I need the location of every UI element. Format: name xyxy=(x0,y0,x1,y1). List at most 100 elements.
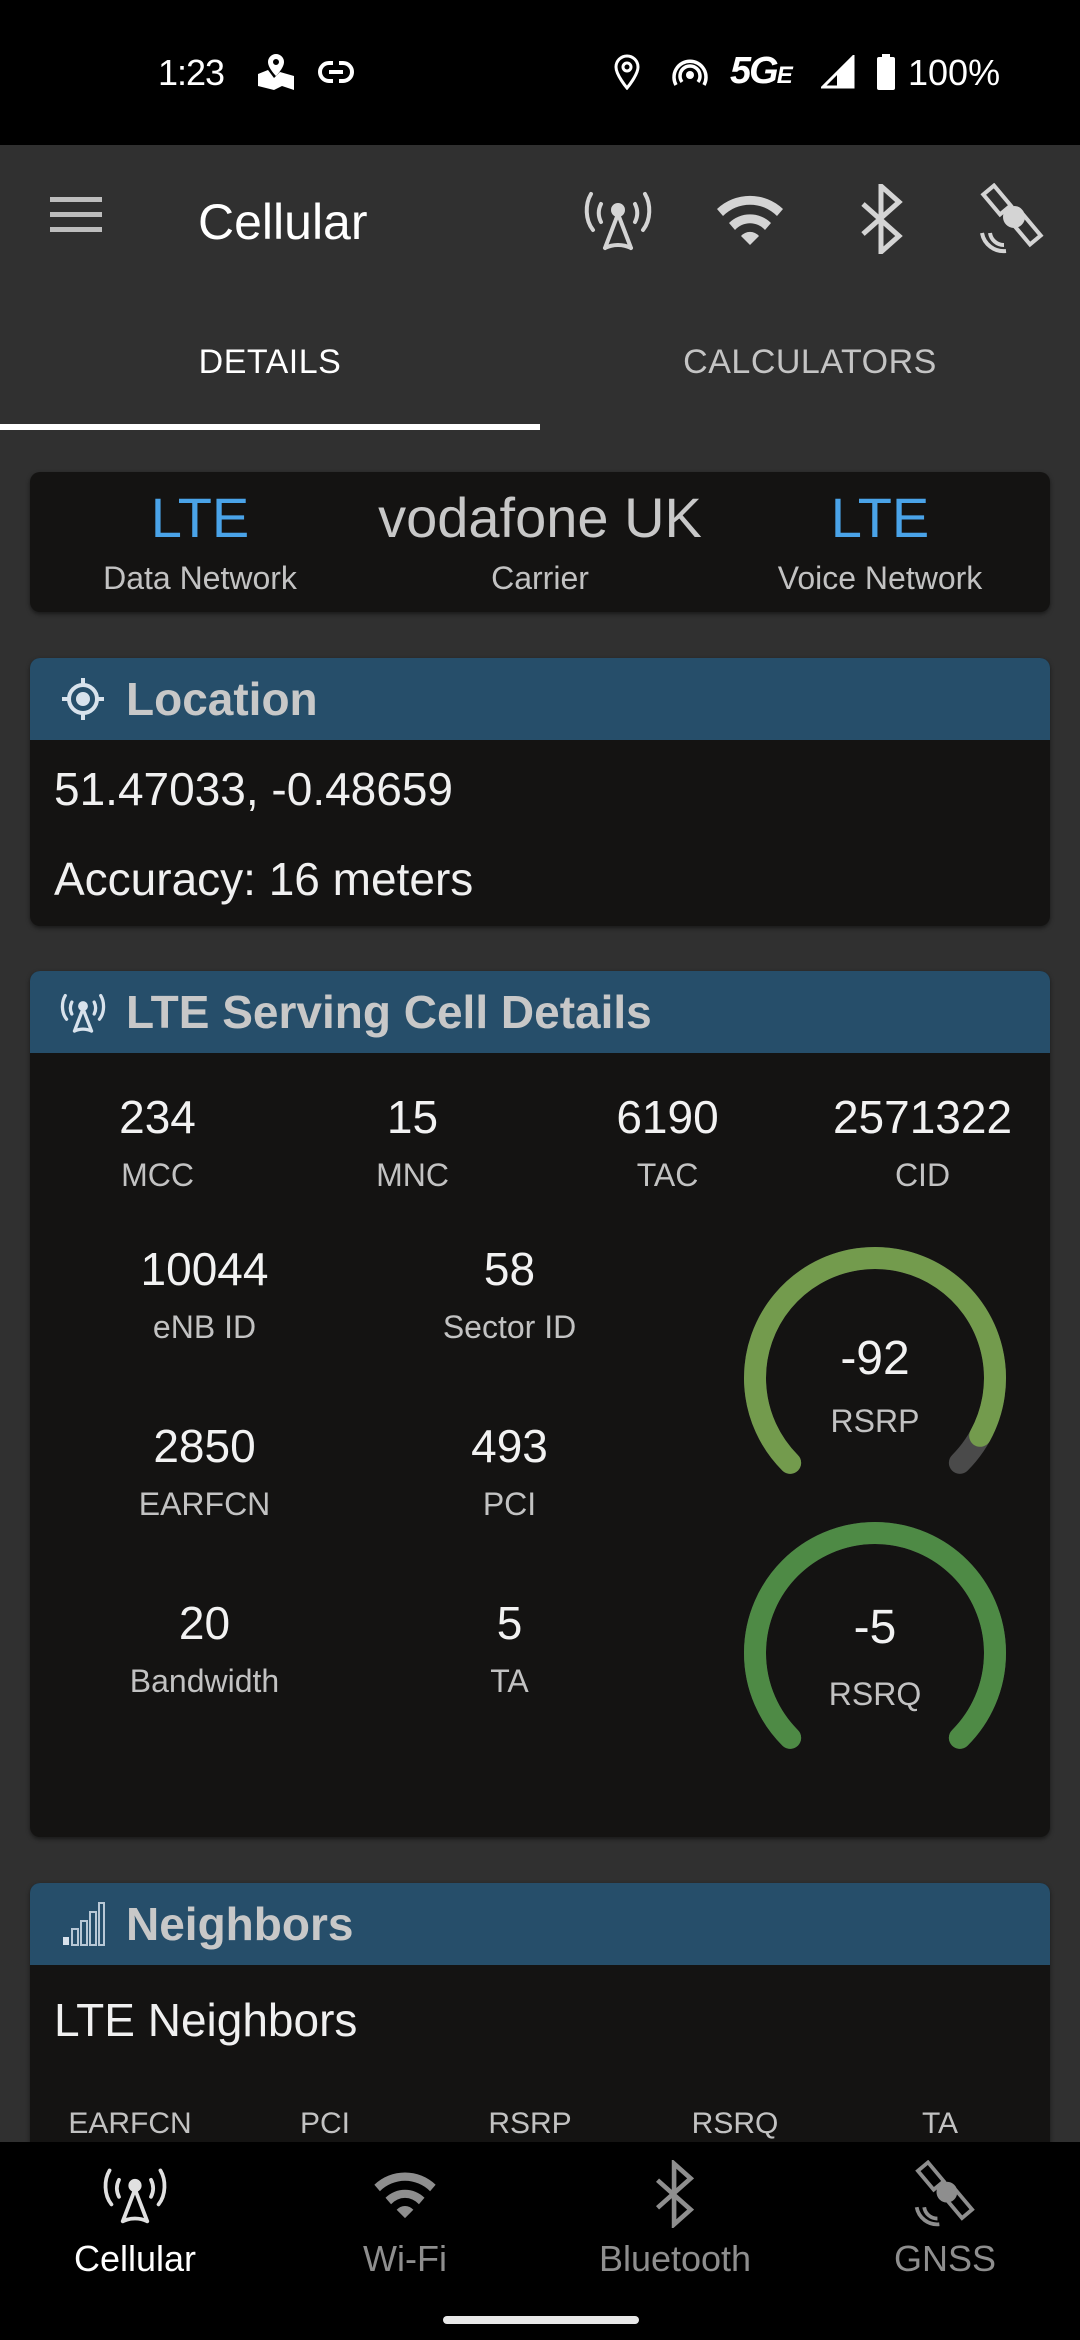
location-card: Location 51.47033, -0.48659 Accuracy: 16… xyxy=(30,658,1050,926)
earfcn-value: 2850 xyxy=(153,1420,256,1472)
rsrp-gauge: -92 RSRP xyxy=(730,1243,1020,1503)
mcc-label: MCC xyxy=(121,1157,194,1193)
carrier: vodafone UK Carrier xyxy=(370,472,710,612)
bluetooth-icon[interactable] xyxy=(846,183,918,255)
column-rsrq: RSRQ xyxy=(691,2107,779,2140)
bandwidth-field: 20 Bandwidth xyxy=(52,1597,357,1774)
network-type: 5G xyxy=(730,50,779,92)
cid-value: 2571322 xyxy=(832,1091,1013,1143)
nav-wifi[interactable]: Wi-Fi xyxy=(270,2142,540,2292)
nav-wifi-label: Wi-Fi xyxy=(363,2238,447,2279)
enb-id-field: 10044 eNB ID xyxy=(52,1243,357,1420)
location-header: Location xyxy=(30,658,1050,740)
earfcn-label: EARFCN xyxy=(138,1486,271,1522)
nav-cellular[interactable]: Cellular xyxy=(0,2142,270,2292)
maps-icon xyxy=(256,54,296,90)
nav-bluetooth[interactable]: Bluetooth xyxy=(540,2142,810,2292)
network-suffix: E xyxy=(776,62,793,89)
column-rsrp: RSRP xyxy=(488,2107,572,2140)
rsrp-value: -92 xyxy=(840,1332,910,1385)
sector-id-field: 58 Sector ID xyxy=(357,1243,662,1420)
rsrq-gauge: -5 RSRQ xyxy=(730,1518,1020,1778)
voice-network-value: LTE xyxy=(830,485,930,549)
tac-value: 6190 xyxy=(616,1091,719,1143)
serving-cell-title: LTE Serving Cell Details xyxy=(126,986,652,1038)
wifi-icon xyxy=(365,2156,445,2232)
mcc-field: 234 MCC xyxy=(30,1091,285,1194)
lte-neighbors-subtitle: LTE Neighbors xyxy=(54,1994,358,2046)
tab-details[interactable]: DETAILS xyxy=(0,295,540,430)
satellite-icon xyxy=(905,2156,985,2232)
neighbors-table-header: EARFCN PCI RSRP RSRQ TA xyxy=(30,2107,1050,2141)
nav-gnss[interactable]: GNSS xyxy=(810,2142,1080,2292)
link-icon xyxy=(318,54,354,90)
neighbors-header: Neighbors xyxy=(30,1883,1050,1965)
column-ta: TA xyxy=(921,2107,959,2140)
nav-bluetooth-label: Bluetooth xyxy=(598,2238,752,2279)
status-bar: 1:23 5GE 100% xyxy=(0,0,1080,145)
signal-bars-icon xyxy=(58,1899,108,1949)
battery-icon xyxy=(874,54,898,90)
tab-calculators[interactable]: CALCULATORS xyxy=(540,295,1080,430)
voice-network: LTE Voice Network xyxy=(710,472,1050,612)
bluetooth-icon xyxy=(635,2156,715,2232)
carrier-value: vodafone UK xyxy=(378,485,702,549)
mnc-label: MNC xyxy=(376,1157,449,1193)
enb-id-value: 10044 xyxy=(140,1243,269,1295)
serving-cell-header: LTE Serving Cell Details xyxy=(30,971,1050,1053)
nav-gnss-label: GNSS xyxy=(893,2238,997,2279)
cell-details-grid: 10044 eNB ID 58 Sector ID 2850 EARFCN 49… xyxy=(30,1243,670,1774)
sector-id-label: Sector ID xyxy=(442,1309,577,1345)
cell-tower-icon xyxy=(58,987,108,1037)
satellite-icon[interactable] xyxy=(976,183,1048,255)
bandwidth-value: 20 xyxy=(178,1597,231,1649)
battery-percent: 100% xyxy=(908,52,1001,93)
cell-tower-icon xyxy=(95,2156,175,2232)
voice-network-label: Voice Network xyxy=(777,559,983,596)
carrier-label: Carrier xyxy=(491,559,589,596)
serving-cell-card: LTE Serving Cell Details 234 MCC 15 MNC … xyxy=(30,971,1050,1837)
network-summary-card: LTE Data Network vodafone UK Carrier LTE… xyxy=(30,472,1050,612)
nav-cellular-label: Cellular xyxy=(73,2238,197,2279)
signal-icon xyxy=(820,54,856,90)
hamburger-menu-icon[interactable] xyxy=(50,197,104,237)
neighbors-title: Neighbors xyxy=(126,1898,354,1950)
pci-field: 493 PCI xyxy=(357,1420,662,1597)
column-earfcn: EARFCN xyxy=(68,2107,192,2140)
mnc-value: 15 xyxy=(386,1091,439,1143)
mcc-value: 234 xyxy=(119,1091,196,1143)
location-coordinates: 51.47033, -0.48659 xyxy=(54,763,454,815)
hotspot-icon xyxy=(670,54,710,90)
cid-field: 2571322 CID xyxy=(795,1091,1050,1194)
app-title: Cellular xyxy=(198,194,368,250)
column-pci: PCI xyxy=(299,2107,350,2140)
status-time: 1:23 xyxy=(158,52,225,93)
data-network-value: LTE xyxy=(150,485,250,549)
app-bar: Cellular xyxy=(0,145,1080,295)
gps-crosshair-icon xyxy=(58,674,108,724)
wifi-icon[interactable] xyxy=(714,183,786,255)
tac-field: 6190 TAC xyxy=(540,1091,795,1194)
mnc-field: 15 MNC xyxy=(285,1091,540,1194)
sector-id-value: 58 xyxy=(483,1243,536,1295)
ta-label: TA xyxy=(490,1663,529,1699)
rsrp-label: RSRP xyxy=(830,1403,920,1439)
home-indicator[interactable] xyxy=(443,2316,639,2324)
rsrq-value: -5 xyxy=(853,1601,897,1654)
bandwidth-label: Bandwidth xyxy=(129,1663,280,1699)
pci-label: PCI xyxy=(482,1486,537,1522)
data-network: LTE Data Network xyxy=(30,472,370,612)
network-type-indicator: 5GE xyxy=(730,50,793,93)
pci-value: 493 xyxy=(471,1420,548,1472)
data-network-label: Data Network xyxy=(103,559,297,596)
rsrq-label: RSRQ xyxy=(828,1676,922,1712)
location-title: Location xyxy=(126,673,318,725)
location-icon xyxy=(610,54,644,90)
tac-label: TAC xyxy=(636,1157,699,1193)
bottom-navigation: Cellular Wi-Fi Bluetooth GNSS xyxy=(0,2142,1080,2340)
enb-id-label: eNB ID xyxy=(152,1309,257,1345)
earfcn-field: 2850 EARFCN xyxy=(52,1420,357,1597)
cell-tower-icon[interactable] xyxy=(582,183,654,255)
cid-label: CID xyxy=(894,1157,951,1193)
tab-bar: DETAILS CALCULATORS xyxy=(0,295,1080,430)
